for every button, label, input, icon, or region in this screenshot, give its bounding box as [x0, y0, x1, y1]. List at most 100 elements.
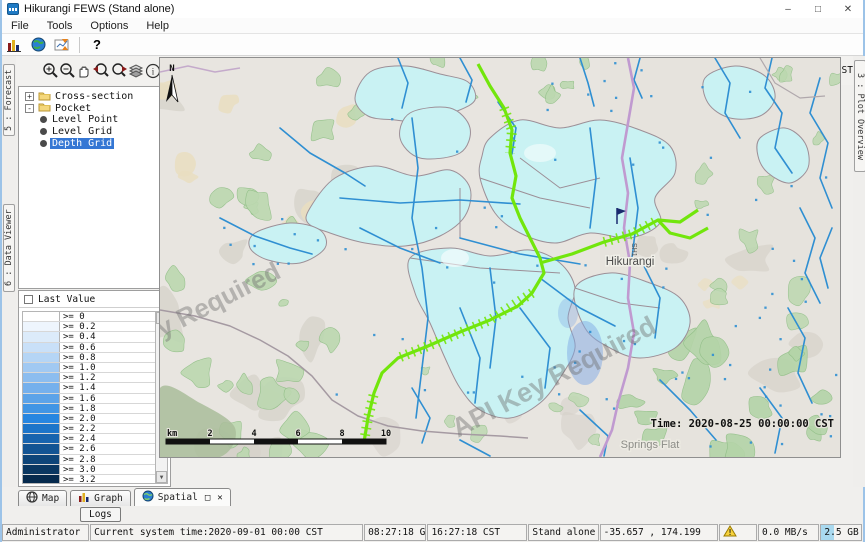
side-tab-plot-overview[interactable]: 3 : Plot Overview: [854, 60, 865, 172]
legend-row: >= 2.0: [23, 414, 155, 424]
menu-help[interactable]: Help: [137, 18, 178, 33]
svg-text:!: !: [728, 528, 733, 537]
scale-tick: 4: [251, 429, 256, 439]
main-toolbar: ?: [2, 34, 863, 56]
menu-options[interactable]: Options: [81, 18, 137, 33]
logs-button[interactable]: Logs: [80, 507, 121, 522]
legend-value: >= 0.8: [60, 353, 96, 362]
spatial-map[interactable]: API Key Required API Key Required Hikura…: [159, 57, 841, 458]
tree-item-depth-grid[interactable]: Depth Grid: [19, 137, 170, 149]
legend-swatch: [23, 414, 60, 423]
legend-swatch: [23, 322, 60, 331]
globe-gray-icon: [26, 491, 38, 506]
legend-row: >= 3.0: [23, 465, 155, 475]
legend-row: >= 2.8: [23, 455, 155, 465]
left-tab-strip: 5 : Forecast 6 : Data Viewer: [2, 56, 16, 487]
zoom-in-button[interactable]: [42, 60, 59, 82]
minimize-button[interactable]: –: [773, 0, 803, 18]
legend-row: >= 0.4: [23, 332, 155, 342]
scale-tick: 8: [339, 429, 344, 439]
legend-row: >= 1.0: [23, 363, 155, 373]
tab-map[interactable]: Map: [18, 490, 67, 506]
legend-row: >= 1.8: [23, 404, 155, 414]
legend-swatch: [23, 373, 60, 382]
legend-value: >= 0: [60, 312, 85, 321]
layers-button[interactable]: [128, 60, 145, 82]
legend-swatch: [23, 444, 60, 453]
legend-row: >= 1.4: [23, 383, 155, 393]
zoom-out-button[interactable]: [59, 60, 76, 82]
zoom-previous-button[interactable]: [92, 60, 110, 82]
menu-bar: FileToolsOptionsHelp: [2, 18, 863, 34]
help-button[interactable]: ?: [85, 35, 109, 55]
side-tab-data-viewer[interactable]: 6 : Data Viewer: [3, 204, 15, 292]
window-title: Hikurangi FEWS (Stand alone): [24, 3, 174, 15]
svg-text:km: km: [167, 429, 177, 439]
legend-value: >= 3.2: [60, 475, 96, 484]
app-icon: [7, 3, 19, 15]
right-tab-strip: 3 : Plot Overview: [853, 56, 865, 487]
tree-item-level-grid[interactable]: Level Grid: [19, 126, 170, 138]
legend-panel: Last Value >= 0>= 0.2>= 0.4>= 0.6>= 0.8>…: [18, 290, 171, 487]
tree-item-label[interactable]: Depth Grid: [50, 138, 114, 149]
tab-close-icon[interactable]: ✕: [217, 493, 222, 503]
legend-swatch: [23, 343, 60, 352]
legend-row: >= 2.4: [23, 434, 155, 444]
status-warning-icon: !: [719, 524, 757, 541]
side-tab-forecast[interactable]: 5 : Forecast: [3, 64, 15, 136]
status-cell-0: Administrator: [2, 524, 89, 541]
logs-row: Logs: [2, 506, 863, 523]
legend-swatch: [23, 312, 60, 321]
close-button[interactable]: ✕: [833, 0, 863, 18]
bullet-icon: [40, 128, 47, 135]
legend-row: >= 1.6: [23, 394, 155, 404]
legend-value: >= 1.2: [60, 373, 96, 382]
tab-maximize-icon[interactable]: □: [205, 493, 210, 503]
data-viewer-panel: + Cross-section - PocketLevel PointLevel Gr…: [18, 85, 171, 487]
status-cell-2: 08:27:18 GMT: [364, 524, 426, 541]
legend-table: >= 0>= 0.2>= 0.4>= 0.6>= 0.8>= 1.0>= 1.2…: [22, 311, 156, 484]
tree-item-pocket[interactable]: - Pocket: [19, 103, 170, 115]
legend-value: >= 1.8: [60, 404, 96, 413]
status-cell-5: -35.657 , 174.199: [600, 524, 719, 541]
import-data-button[interactable]: [50, 35, 74, 55]
scale-tick: 2: [207, 429, 212, 439]
maximize-button[interactable]: □: [803, 0, 833, 18]
menu-file[interactable]: File: [2, 18, 38, 33]
legend-value: >= 1.0: [60, 363, 96, 372]
legend-row: >= 0: [23, 312, 155, 322]
town-label: Hikurangi: [606, 256, 655, 268]
tree-item-label[interactable]: Level Point: [50, 114, 120, 125]
scroll-down-icon[interactable]: ▼: [156, 471, 167, 483]
collapse-icon[interactable]: -: [25, 104, 34, 113]
legend-swatch: [23, 434, 60, 443]
legend-row: >= 0.8: [23, 353, 155, 363]
legend-value: >= 2.6: [60, 444, 96, 453]
menu-tools[interactable]: Tools: [38, 18, 82, 33]
tree-item-label[interactable]: Cross-section: [53, 91, 135, 102]
database-display-button[interactable]: [2, 35, 26, 55]
parameter-tree: + Cross-section - PocketLevel PointLevel Gr…: [18, 86, 171, 289]
bar-chart-icon: [78, 491, 90, 506]
status-cell-8: 2.5 GB: [820, 524, 862, 541]
last-value-checkbox[interactable]: [24, 295, 33, 304]
tab-label: Spatial: [158, 492, 198, 503]
tree-item-label[interactable]: Pocket: [53, 103, 93, 114]
legend-value: >= 3.0: [60, 465, 96, 474]
pan-hand-button[interactable]: [76, 60, 92, 82]
spatial-display-button[interactable]: [26, 35, 50, 55]
legend-value: >= 1.4: [60, 383, 96, 392]
tab-graph[interactable]: Graph: [70, 490, 131, 506]
legend-row: >= 1.2: [23, 373, 155, 383]
south-tab-bar: MapGraph Spatial □ ✕: [2, 487, 863, 506]
zoom-next-button[interactable]: [110, 60, 128, 82]
legend-swatch: [23, 455, 60, 464]
legend-value: >= 0.2: [60, 322, 96, 331]
scale-tick: 6: [295, 429, 300, 439]
tree-item-label[interactable]: Level Grid: [50, 126, 114, 137]
expand-icon[interactable]: +: [25, 92, 34, 101]
tree-item-level-point[interactable]: Level Point: [19, 114, 170, 126]
tab-spatial[interactable]: Spatial □ ✕: [134, 488, 231, 506]
last-value-label: Last Value: [38, 294, 95, 305]
status-cell-7: 0.0 MB/s: [758, 524, 819, 541]
